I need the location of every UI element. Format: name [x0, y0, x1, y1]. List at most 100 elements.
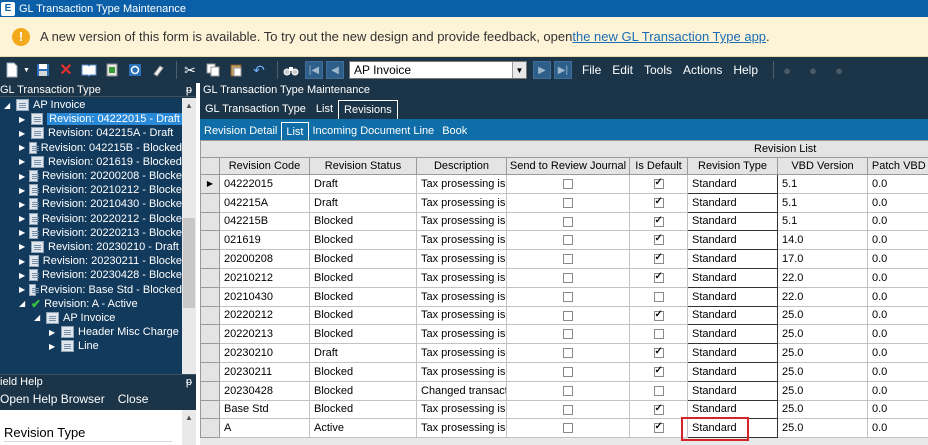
send-to-review-checkbox[interactable] — [563, 235, 573, 246]
tree-node[interactable]: ▶ Revision: 042215A - Draft — [0, 126, 182, 140]
is-default-checkbox[interactable] — [653, 346, 664, 359]
revision-code-cell[interactable]: A — [219, 418, 310, 439]
book-icon[interactable] — [80, 61, 98, 79]
table-row[interactable]: 20230210DraftTax prosessing is Standard25… — [200, 343, 928, 363]
description-cell[interactable]: Tax prosessing is — [416, 211, 507, 232]
table-row[interactable]: 20220212BlockedTax prosessing is Standard… — [200, 305, 928, 326]
row-indicator[interactable] — [200, 249, 220, 269]
expand-icon[interactable]: ▶ — [49, 342, 57, 351]
menu-file[interactable]: File — [582, 63, 601, 77]
tab-gl-transaction-type[interactable]: GL Transaction Type — [200, 100, 311, 119]
expand-icon[interactable]: ▶ — [19, 157, 27, 166]
revision-status-cell[interactable]: Blocked — [309, 230, 417, 251]
description-cell[interactable]: Tax prosessing is — [416, 418, 507, 439]
vbd-version-cell[interactable]: 25.0 — [777, 305, 868, 326]
column-header[interactable]: Is Default — [629, 157, 688, 175]
revision-status-cell[interactable]: Blocked — [309, 305, 417, 326]
tree-node[interactable]: ▶ Revision: 042215B - Blocked — [0, 141, 182, 155]
send-to-review-checkbox[interactable] — [563, 197, 573, 208]
tree-node[interactable]: ▶ Revision: 20220213 - Blocke — [0, 226, 182, 240]
vbd-version-cell[interactable]: 25.0 — [777, 418, 868, 439]
expand-icon[interactable]: ▶ — [19, 186, 25, 195]
vbd-version-cell[interactable]: 25.0 — [777, 361, 868, 382]
revision-code-cell[interactable]: 20210212 — [219, 267, 310, 288]
description-cell[interactable]: Tax prosessing is — [416, 174, 507, 194]
patch-vbd-cell[interactable]: 0.0 — [867, 380, 928, 401]
collapse-icon[interactable]: ◢ — [19, 299, 27, 308]
tree-node[interactable]: ▶ Revision: 20230210 - Draft — [0, 240, 182, 254]
expand-icon[interactable]: ▶ — [19, 228, 25, 237]
expand-icon[interactable]: ▶ — [19, 200, 25, 209]
description-cell[interactable]: Tax prosessing is — [416, 192, 507, 213]
menu-tools[interactable]: Tools — [644, 63, 672, 77]
collapse-icon[interactable]: ◢ — [4, 101, 12, 110]
row-indicator[interactable] — [200, 286, 220, 307]
send-to-review-checkbox[interactable] — [563, 404, 573, 415]
send-to-review-checkbox[interactable] — [563, 254, 573, 265]
delete-icon[interactable]: ✕ — [57, 61, 75, 79]
revision-code-cell[interactable]: 042215A — [219, 192, 310, 213]
revision-code-cell[interactable]: Base Std — [219, 399, 310, 420]
column-header[interactable]: Revision Status — [309, 157, 417, 175]
patch-vbd-cell[interactable]: 0.0 — [867, 249, 928, 269]
revision-status-cell[interactable]: Blocked — [309, 249, 417, 269]
description-cell[interactable]: Tax prosessing is — [416, 361, 507, 382]
revision-code-cell[interactable]: 20210430 — [219, 286, 310, 307]
expand-icon[interactable]: ▶ — [19, 271, 25, 280]
info-icon[interactable]: ● — [804, 61, 822, 79]
patch-vbd-cell[interactable]: 0.0 — [867, 230, 928, 251]
record-selector-combo[interactable]: AP Invoice ▼ — [348, 61, 527, 79]
patch-vbd-cell[interactable]: 0.0 — [867, 211, 928, 232]
tree-node[interactable]: ▶ Header Misc Charge — [0, 325, 182, 339]
expand-icon[interactable]: ▶ — [19, 143, 25, 152]
help-scroll-up-icon[interactable]: ▲ — [182, 410, 196, 445]
column-header[interactable]: VBD Version — [777, 157, 868, 175]
expand-icon[interactable]: ▶ — [19, 115, 27, 124]
row-indicator[interactable] — [200, 305, 220, 326]
scroll-thumb[interactable] — [183, 218, 195, 308]
table-row[interactable]: ▶04222015DraftTax prosessing is Standard5… — [200, 174, 928, 194]
is-default-checkbox[interactable] — [653, 215, 664, 227]
revision-code-cell[interactable]: 042215B — [219, 211, 310, 232]
vbd-version-cell[interactable]: 25.0 — [777, 380, 868, 401]
revision-status-cell[interactable]: Draft — [309, 192, 417, 213]
vbd-version-cell[interactable]: 5.1 — [777, 174, 868, 194]
tree-node[interactable]: ▶ Line — [0, 339, 182, 353]
subtab-revision-detail[interactable]: Revision Detail — [200, 122, 281, 140]
revision-status-cell[interactable]: Blocked — [309, 286, 417, 307]
is-default-checkbox[interactable] — [653, 271, 664, 283]
table-row[interactable]: 20210430 Blocked Tax prosessing is Standard… — [200, 286, 928, 307]
send-to-review-checkbox[interactable] — [563, 216, 573, 227]
description-cell[interactable]: Changed transact — [416, 380, 507, 401]
revision-status-cell[interactable]: Blocked — [309, 380, 417, 401]
column-header[interactable]: Patch VBD V — [867, 157, 928, 175]
patch-vbd-cell[interactable]: 0.0 — [867, 399, 928, 420]
description-cell[interactable]: Tax prosessing is — [416, 324, 507, 345]
vbd-version-cell[interactable]: 25.0 — [777, 324, 868, 345]
description-cell[interactable]: Tax prosessing is — [416, 343, 507, 363]
new-icon[interactable] — [3, 61, 21, 79]
send-to-review-checkbox[interactable] — [563, 423, 573, 434]
tree-node[interactable]: ◢ AP Invoice — [0, 311, 182, 325]
send-to-review-checkbox[interactable] — [563, 366, 573, 377]
table-row[interactable]: 20200208BlockedTax prosessing is Standard… — [200, 249, 928, 269]
row-indicator[interactable] — [200, 380, 220, 401]
tree-node[interactable]: ▶ Revision: 20210212 - Blocke — [0, 183, 182, 197]
menu-help[interactable]: Help — [733, 63, 758, 77]
menu-edit[interactable]: Edit — [612, 63, 633, 77]
subtab-list[interactable]: List — [281, 122, 309, 140]
expand-icon[interactable]: ▶ — [19, 257, 25, 266]
scroll-up-icon[interactable]: ▲ — [182, 98, 196, 112]
revision-type-cell[interactable]: Standard — [687, 324, 778, 345]
help-icon[interactable]: ● — [778, 61, 796, 79]
vbd-version-cell[interactable]: 25.0 — [777, 343, 868, 363]
patch-vbd-cell[interactable]: 0.0 — [867, 267, 928, 288]
tree-node[interactable]: ▶ Revision: Base Std - Blocked — [0, 282, 182, 296]
pin-icon[interactable]: ᵽ — [186, 376, 192, 388]
vbd-version-cell[interactable]: 5.1 — [777, 211, 868, 232]
tree-node[interactable]: ▶ Revision: 04222015 - Draft — [0, 112, 182, 126]
new-dropdown-icon[interactable]: ▼ — [23, 67, 30, 74]
column-header[interactable]: Revision Type — [687, 157, 778, 175]
vbd-version-cell[interactable]: 5.1 — [777, 192, 868, 213]
previous-record-icon[interactable]: ◀ — [325, 61, 344, 79]
